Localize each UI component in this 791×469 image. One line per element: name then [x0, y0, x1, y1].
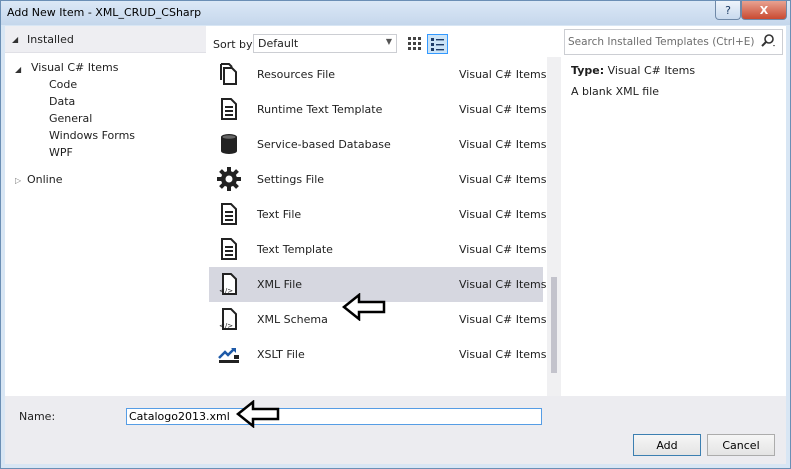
grid-view-icon	[408, 36, 421, 50]
template-category: Visual C# Items	[459, 138, 547, 151]
xml-file-icon: </>	[219, 273, 237, 295]
text-template-icon	[221, 98, 237, 120]
template-row-xslt-file[interactable]: XSLT File Visual C# Items	[209, 337, 547, 372]
medium-icons-view-button[interactable]	[405, 34, 424, 52]
template-name: Text File	[257, 208, 302, 221]
template-name: Runtime Text Template	[257, 103, 383, 116]
tree-node-windows-forms[interactable]: Windows Forms	[49, 129, 135, 142]
template-category: Visual C# Items	[459, 348, 547, 361]
type-value: Visual C# Items	[607, 64, 696, 77]
tree-node-code[interactable]: Code	[49, 78, 77, 91]
svg-text:</>: </>	[219, 287, 233, 295]
name-panel: Name: Add Cancel	[5, 396, 786, 464]
dialog-client: ◢ Installed ◢ Visual C# Items Code Data …	[5, 26, 786, 464]
tree-node-installed[interactable]: ◢ Installed	[5, 26, 206, 53]
chevron-down-icon: ▼	[385, 37, 392, 46]
template-name: XML Schema	[257, 313, 328, 326]
tree-node-visual-csharp[interactable]: Visual C# Items	[31, 61, 119, 74]
template-category: Visual C# Items	[459, 313, 547, 326]
template-category: Visual C# Items	[459, 68, 547, 81]
search-placeholder: Search Installed Templates (Ctrl+E)	[568, 36, 755, 48]
details-pane: Search Installed Templates (Ctrl+E) Type…	[564, 26, 786, 396]
sort-label: Sort by:	[213, 38, 256, 51]
template-name: Resources File	[257, 68, 336, 81]
text-file-icon	[221, 203, 237, 225]
scrollbar-thumb[interactable]	[551, 277, 557, 373]
template-category: Visual C# Items	[459, 103, 547, 116]
category-tree: ◢ Installed ◢ Visual C# Items Code Data …	[5, 26, 206, 396]
sort-select[interactable]: Default ▼	[253, 34, 397, 53]
collapsed-triangle-icon[interactable]: ▷	[15, 176, 21, 185]
help-button[interactable]: ?	[715, 1, 741, 20]
gear-icon	[217, 167, 241, 191]
xslt-file-icon	[218, 348, 239, 363]
template-list: Resources File Visual C# Items Runtime T…	[209, 57, 562, 396]
name-input[interactable]	[126, 408, 542, 425]
search-icon[interactable]	[760, 33, 776, 49]
template-category: Visual C# Items	[459, 173, 547, 186]
template-row-text-file[interactable]: Text File Visual C# Items	[209, 197, 547, 232]
template-row-service-based-database[interactable]: Service-based Database Visual C# Items	[209, 127, 547, 162]
tree-node-general[interactable]: General	[49, 112, 92, 125]
add-new-item-dialog: Add New Item - XML_CRUD_CSharp ? X ◢ Ins…	[0, 0, 791, 469]
title-bar: Add New Item - XML_CRUD_CSharp ? X	[1, 1, 790, 25]
template-row-runtime-text-template[interactable]: Runtime Text Template Visual C# Items	[209, 92, 547, 127]
resources-file-icon	[220, 63, 237, 85]
expanded-triangle-icon[interactable]: ◢	[15, 65, 21, 74]
left-arrow-annotation-icon	[236, 400, 280, 428]
search-box[interactable]: Search Installed Templates (Ctrl+E)	[564, 29, 783, 55]
template-name: XML File	[257, 278, 303, 291]
sort-toolbar: Sort by: Default ▼	[209, 30, 448, 54]
template-category: Visual C# Items	[459, 208, 547, 221]
template-category: Visual C# Items	[459, 243, 547, 256]
tree-node-wpf[interactable]: WPF	[49, 146, 73, 159]
tree-node-installed-label: Installed	[27, 33, 74, 46]
window-title: Add New Item - XML_CRUD_CSharp	[7, 6, 202, 19]
text-template-icon	[221, 238, 237, 260]
template-row-text-template[interactable]: Text Template Visual C# Items	[209, 232, 547, 267]
left-arrow-annotation-icon	[342, 293, 386, 321]
template-description: A blank XML file	[571, 85, 660, 98]
add-button[interactable]: Add	[633, 434, 701, 456]
name-label: Name:	[19, 410, 56, 423]
type-label: Type:	[571, 64, 605, 77]
details-view-button[interactable]	[427, 34, 448, 54]
list-view-icon	[431, 37, 444, 51]
template-list-scrollbar[interactable]	[547, 57, 561, 396]
template-name: Service-based Database	[257, 138, 391, 151]
template-category: Visual C# Items	[459, 278, 547, 291]
tree-node-data[interactable]: Data	[49, 95, 75, 108]
database-icon	[221, 134, 237, 154]
xml-schema-icon: </>	[219, 308, 237, 330]
cancel-button[interactable]: Cancel	[707, 434, 775, 456]
expanded-triangle-icon: ◢	[12, 35, 19, 44]
close-button[interactable]: X	[741, 1, 787, 20]
template-name: Text Template	[257, 243, 333, 256]
tree-node-online[interactable]: Online	[27, 173, 62, 186]
template-type: Type: Visual C# Items	[571, 64, 695, 77]
svg-text:</>: </>	[219, 322, 233, 330]
template-name: XSLT File	[257, 348, 305, 361]
template-row-settings-file[interactable]: Settings File Visual C# Items	[209, 162, 547, 197]
sort-value: Default	[258, 37, 299, 50]
template-row-resources-file[interactable]: Resources File Visual C# Items	[209, 57, 547, 92]
template-name: Settings File	[257, 173, 325, 186]
